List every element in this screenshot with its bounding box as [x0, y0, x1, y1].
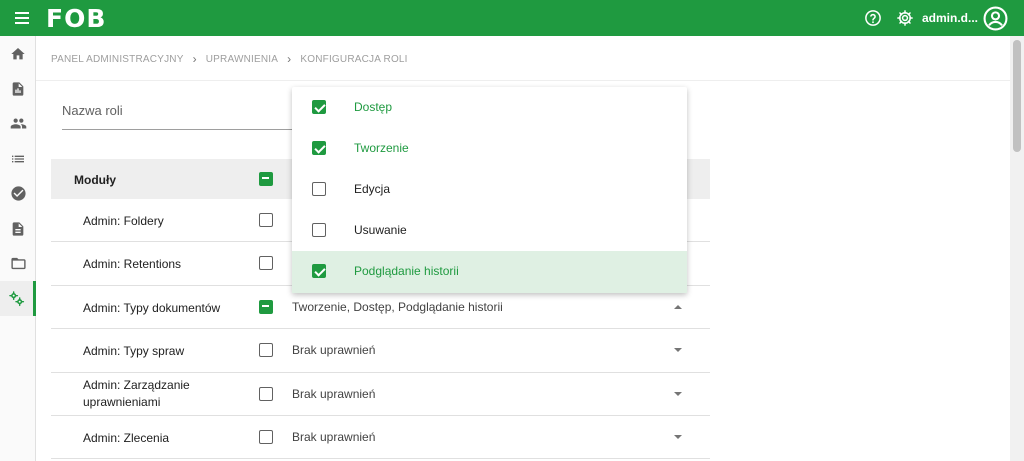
- scrollbar-thumb[interactable]: [1013, 40, 1021, 152]
- chevron-right-icon: ›: [287, 52, 292, 66]
- permissions-dropdown: Dostęp Tworzenie Edycja Usuwanie Podgląd…: [292, 87, 687, 293]
- sidebar-item-users[interactable]: [0, 106, 36, 141]
- option-checkbox[interactable]: [312, 141, 326, 155]
- permissions-select-value[interactable]: Brak uprawnień: [292, 430, 375, 444]
- module-name: Admin: Zlecenia: [83, 431, 170, 445]
- option-delete[interactable]: Usuwanie: [292, 210, 687, 251]
- permissions-select-value[interactable]: Brak uprawnień: [292, 343, 375, 357]
- table-row: Admin: Zarządzanie uprawnieniami Brak up…: [51, 373, 710, 416]
- option-edit[interactable]: Edycja: [292, 169, 687, 210]
- gears-icon: [9, 291, 25, 307]
- module-name: Admin: Foldery: [83, 214, 164, 228]
- option-label: Tworzenie: [354, 141, 409, 155]
- option-label: Edycja: [354, 182, 391, 196]
- page-scrollbar[interactable]: [1010, 36, 1024, 461]
- option-create[interactable]: Tworzenie: [292, 128, 687, 169]
- users-icon: [10, 118, 26, 129]
- sidebar-item-tasks[interactable]: [0, 176, 36, 211]
- sidebar-item-documents[interactable]: [0, 211, 36, 246]
- row-checkbox[interactable]: [259, 213, 273, 227]
- breadcrumb-item-role-config: KONFIGURACJA ROLI: [300, 53, 408, 65]
- sidebar-item-folders[interactable]: [0, 246, 36, 281]
- top-app-bar: FOB admin.d...: [0, 0, 1024, 36]
- sidebar-item-list[interactable]: [0, 141, 36, 176]
- breadcrumb-item-admin-panel[interactable]: PANEL ADMINISTRACYJNY: [51, 54, 184, 65]
- option-checkbox[interactable]: [312, 182, 326, 196]
- row-checkbox[interactable]: [259, 387, 273, 401]
- option-label: Dostęp: [354, 100, 393, 114]
- option-checkbox[interactable]: [312, 100, 326, 114]
- list-icon: [12, 155, 24, 162]
- help-circle-icon[interactable]: [862, 7, 884, 29]
- sidebar-item-home[interactable]: [0, 36, 36, 71]
- modules-header-label: Moduły: [74, 173, 116, 187]
- option-access[interactable]: Dostęp: [292, 87, 687, 128]
- username-label[interactable]: admin.d...: [922, 11, 978, 25]
- caret-down-icon[interactable]: [673, 389, 683, 399]
- option-checkbox[interactable]: [312, 223, 326, 237]
- hamburger-menu-icon[interactable]: [12, 10, 34, 26]
- breadcrumb-item-permissions[interactable]: UPRAWNIENIA: [206, 54, 278, 65]
- module-name: Admin: Typy spraw: [83, 344, 185, 358]
- sidebar-nav: [0, 36, 36, 461]
- select-all-checkbox[interactable]: [259, 172, 273, 186]
- chevron-right-icon: ›: [192, 52, 197, 66]
- row-checkbox[interactable]: [259, 343, 273, 357]
- app-logo: FOB: [46, 4, 107, 33]
- document-report-icon: [12, 81, 24, 96]
- top-bar-actions: admin.d...: [852, 4, 1008, 32]
- option-checkbox[interactable]: [312, 264, 326, 278]
- permissions-select-value[interactable]: Brak uprawnień: [292, 387, 375, 401]
- permissions-select-value[interactable]: Tworzenie, Dostęp, Podglądanie historii: [292, 300, 503, 314]
- option-view-history[interactable]: Podglądanie historii: [292, 251, 687, 293]
- caret-up-icon[interactable]: [673, 302, 683, 312]
- module-name: Admin: Typy dokumentów: [83, 301, 221, 315]
- role-name-input[interactable]: [62, 98, 294, 122]
- sidebar-item-admin[interactable]: [0, 281, 36, 316]
- caret-down-icon[interactable]: [673, 345, 683, 355]
- breadcrumb-divider: [36, 80, 1010, 81]
- module-name: Admin: Retentions: [83, 257, 182, 271]
- caret-down-icon[interactable]: [673, 432, 683, 442]
- folder-open-icon: [10, 257, 26, 270]
- option-label: Podglądanie historii: [354, 264, 459, 278]
- breadcrumb: PANEL ADMINISTRACYJNY › UPRAWNIENIA › KO…: [51, 52, 408, 66]
- check-circle-icon: [10, 186, 26, 201]
- gear-icon[interactable]: [894, 7, 916, 29]
- row-checkbox[interactable]: [259, 256, 273, 270]
- module-name: Admin: Zarządzanie uprawnieniami: [83, 378, 190, 409]
- table-row: Admin: Zlecenia Brak uprawnień: [51, 416, 710, 459]
- option-label: Usuwanie: [354, 223, 407, 237]
- document-icon: [12, 221, 24, 236]
- row-checkbox[interactable]: [259, 300, 273, 314]
- row-checkbox[interactable]: [259, 430, 273, 444]
- table-row: Admin: Typy spraw Brak uprawnień: [51, 329, 710, 373]
- account-circle-icon[interactable]: [982, 5, 1008, 31]
- home-icon: [11, 47, 25, 59]
- sidebar-item-reports[interactable]: [0, 71, 36, 106]
- role-name-field[interactable]: [62, 98, 294, 130]
